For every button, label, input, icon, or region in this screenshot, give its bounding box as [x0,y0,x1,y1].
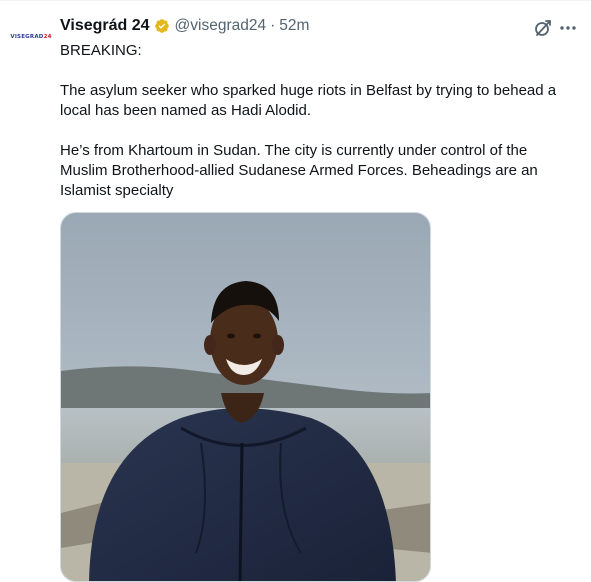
tweet-paragraph-1: The asylum seeker who sparked huge riots… [60,82,557,119]
separator-dot: · [270,17,276,34]
tweet-photo[interactable] [60,212,431,582]
avatar-logo: VISEGRAD24 [10,34,52,40]
tweet[interactable]: VISEGRAD24 Visegrád 24 @visegrad24 · 52m… [0,0,591,582]
verified-badge-icon[interactable] [154,18,170,34]
tweet-header: Visegrád 24 @visegrad24 · 52m [60,15,309,37]
author-name[interactable]: Visegrád 24 [60,17,150,35]
more-icon[interactable] [559,19,577,37]
tweet-paragraph-2: He’s from Khartoum in Sudan. The city is… [60,142,538,199]
author-handle[interactable]: @visegrad24 [175,17,267,35]
avatar[interactable]: VISEGRAD24 [8,25,54,49]
tweet-line-breaking: BREAKING: [60,42,142,59]
tweet-time[interactable]: 52m [279,17,309,35]
grok-icon[interactable] [533,18,553,38]
tweet-text: BREAKING: The asylum seeker who sparked … [60,41,575,201]
